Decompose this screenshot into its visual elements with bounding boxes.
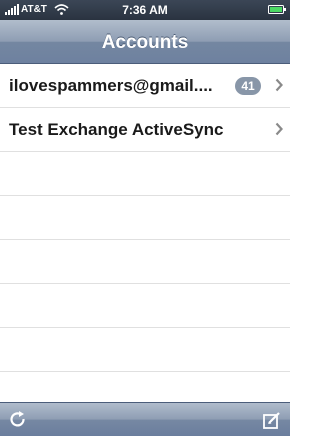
account-name: ilovespammers@gmail....	[9, 76, 213, 95]
unread-count-badge: 41	[235, 77, 261, 95]
chevron-right-icon	[275, 122, 283, 136]
account-name: Test Exchange ActiveSync	[9, 120, 224, 139]
chevron-right-icon	[275, 78, 283, 92]
account-row-exchange[interactable]: Test Exchange ActiveSync	[0, 108, 290, 152]
refresh-icon[interactable]	[8, 410, 28, 430]
compose-icon[interactable]	[262, 410, 282, 430]
accounts-list: ilovespammers@gmail.... 41 Test Exchange…	[0, 64, 290, 402]
page-title: Accounts	[101, 32, 189, 53]
account-row-gmail[interactable]: ilovespammers@gmail.... 41	[0, 64, 290, 108]
status-bar: AT&T 7:36 AM	[0, 0, 290, 20]
bottom-toolbar	[0, 402, 290, 436]
status-time: 7:36 AM	[122, 3, 168, 17]
navigation-bar: Accounts	[0, 20, 290, 64]
battery-icon	[268, 5, 286, 14]
